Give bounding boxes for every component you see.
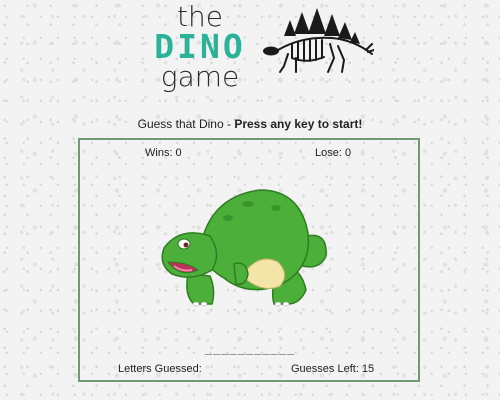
instructions-text: Guess that Dino - Press any key to start… [0, 117, 500, 131]
dinosaur-image [161, 189, 327, 307]
lose-counter: Lose: 0 [315, 147, 352, 159]
instructions-start-prompt: Press any key to start! [234, 117, 363, 131]
game-logo: the DINO game [135, 2, 265, 92]
letters-guessed-label: Letters Guessed: [118, 363, 202, 375]
word-blanks: ___________ [204, 341, 296, 355]
wins-counter: Wins: 0 [145, 147, 182, 159]
guesses-left: Guesses Left: 15 [291, 363, 375, 375]
instructions-prefix: Guess that Dino - [137, 117, 235, 131]
logo-dino-text: DINO [154, 27, 246, 66]
stegosaurus-skeleton-icon [263, 8, 374, 73]
logo-game-text: game [160, 60, 240, 93]
